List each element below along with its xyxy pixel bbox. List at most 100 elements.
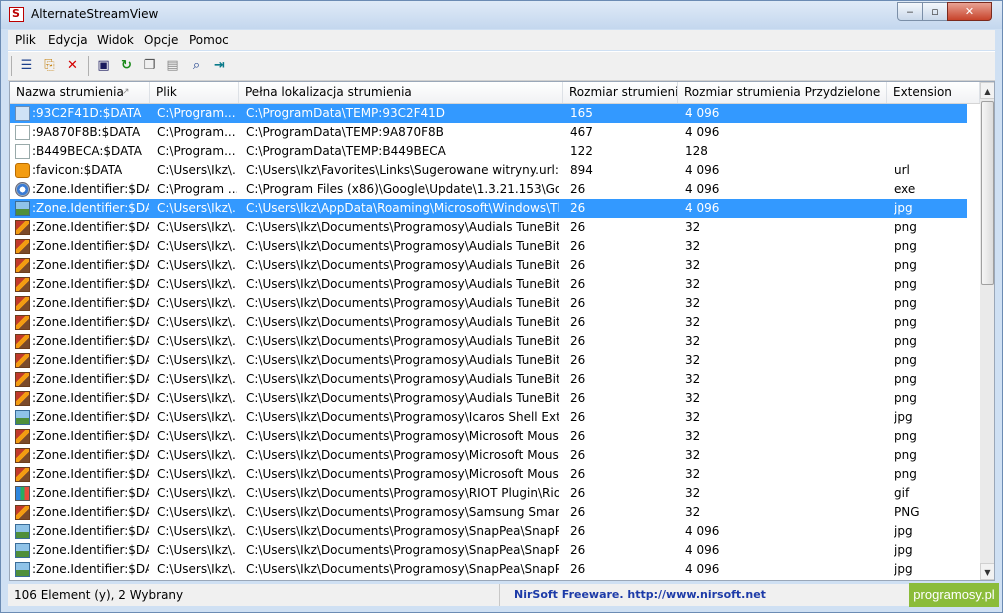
find-button[interactable]: ⌕ (188, 57, 205, 74)
cell-ext: url (894, 163, 910, 177)
cell-alloc: 4 096 (685, 106, 720, 120)
cell-size: 26 (570, 220, 586, 234)
table-row[interactable]: :Zone.Identifier:$DA... C:\Users\Ikz\... C… (10, 237, 967, 256)
save-button[interactable]: ▣ (95, 57, 112, 74)
column-header-allocated[interactable]: Rozmiar strumienia Przydzielone (678, 82, 887, 103)
menu-edycja[interactable]: Edycja (48, 33, 88, 47)
column-header-extension[interactable]: Extension (887, 82, 980, 103)
scroll-up-button[interactable]: ▲ (980, 82, 994, 99)
menu-widok[interactable]: Widok (97, 33, 134, 47)
table-row[interactable]: :Zone.Identifier:$DA... C:\Users\Ikz\... C… (10, 465, 967, 484)
table-row[interactable]: :favicon:$DATA C:\Users\Ikz\... C:\Users\I… (10, 161, 967, 180)
table-row[interactable]: :Zone.Identifier:$DA... C:\Users\Ikz\... C… (10, 446, 967, 465)
column-header-path[interactable]: Pełna lokalizacja strumienia (239, 82, 563, 103)
cell-name: :Zone.Identifier:$DA... (32, 277, 149, 291)
cell-path: C:\Program Files (x86)\Google\Update\1.3… (246, 182, 559, 196)
menu-pomoc[interactable]: Pomoc (189, 33, 229, 47)
cell-path: C:\Users\Ikz\Documents\Programosy\Micros… (246, 429, 559, 443)
table-row[interactable]: :Zone.Identifier:$DA... C:\Users\Ikz\... C… (10, 503, 967, 522)
table-row[interactable]: :Zone.Identifier:$DA... C:\Users\Ikz\... C… (10, 332, 967, 351)
status-bar: 106 Element (y), 2 Wybrany NirSoft Freew… (8, 584, 995, 606)
scroll-thumb[interactable] (981, 101, 994, 285)
sort-arrow-icon: ↗ (122, 87, 130, 97)
table-row[interactable]: :Zone.Identifier:$DA... C:\Users\Ikz\... C… (10, 199, 967, 218)
cell-size: 26 (570, 182, 586, 196)
cell-name: :Zone.Identifier:$DA... (32, 448, 149, 462)
cell-file: C:\Users\Ikz\... (157, 467, 237, 481)
table-row[interactable]: :Zone.Identifier:$DA... C:\Users\Ikz\... C… (10, 256, 967, 275)
cell-path: C:\ProgramData\TEMP:9A870F8B (246, 125, 444, 139)
table-row[interactable]: :Zone.Identifier:$DA... C:\Users\Ikz\... C… (10, 370, 967, 389)
table-row[interactable]: :Zone.Identifier:$DA... C:\Users\Ikz\... C… (10, 294, 967, 313)
cell-size: 26 (570, 334, 586, 348)
cell-size: 26 (570, 372, 586, 386)
png-file-icon (15, 315, 30, 330)
title-bar[interactable]: S AlternateStreamView ‒ ▫ ✕ (1, 1, 1002, 29)
exit-button[interactable]: ⇥ (211, 57, 228, 74)
cell-ext: jpg (894, 562, 913, 576)
cell-ext: jpg (894, 410, 913, 424)
cell-file: C:\Users\Ikz\... (157, 429, 237, 443)
column-header-name[interactable]: Nazwa strumienia ↗ (10, 82, 150, 103)
png-file-icon (15, 220, 30, 235)
copy-button[interactable]: ❐ (141, 57, 158, 74)
cell-path: C:\Users\Ikz\Favorites\Links\Sugerowane … (246, 163, 559, 177)
table-row[interactable]: :Zone.Identifier:$DA... C:\Users\Ikz\... C… (10, 351, 967, 370)
png-file-icon (15, 429, 30, 444)
cell-size: 122 (570, 144, 593, 158)
properties-button[interactable]: ☰ (18, 57, 35, 74)
table-row[interactable]: :Zone.Identifier:$DA... C:\Users\Ikz\... C… (10, 275, 967, 294)
cell-path: C:\ProgramData\TEMP:B449BECA (246, 144, 446, 158)
column-header-file[interactable]: Plik (150, 82, 239, 103)
cell-file: C:\Users\Ikz\... (157, 296, 237, 310)
table-row[interactable]: :Zone.Identifier:$DA... C:\Users\Ikz\... C… (10, 541, 967, 560)
table-row[interactable]: :Zone.Identifier:$DA... C:\Users\Ikz\... C… (10, 484, 967, 503)
table-row[interactable]: :Zone.Identifier:$DA... C:\Users\Ikz\... C… (10, 522, 967, 541)
table-row[interactable]: :93C2F41D:$DATA C:\Program... C:\ProgramDa… (10, 104, 967, 123)
minimize-button[interactable]: ‒ (897, 2, 923, 21)
stream-list[interactable]: Nazwa strumienia ↗ Plik Pełna lokalizacja… (9, 81, 995, 581)
cell-ext: png (894, 258, 917, 272)
delete-button[interactable]: ✕ (64, 57, 81, 74)
cell-name: :Zone.Identifier:$DA... (32, 220, 149, 234)
cell-path: C:\Users\Ikz\Documents\Programosy\Audial… (246, 296, 559, 310)
cell-path: C:\Users\Ikz\Documents\Programosy\SnapPe… (246, 562, 559, 576)
cell-name: :Zone.Identifier:$DA... (32, 258, 149, 272)
close-button[interactable]: ✕ (947, 2, 992, 21)
cell-size: 26 (570, 258, 586, 272)
cell-file: C:\Program... (157, 125, 236, 139)
table-row[interactable]: :Zone.Identifier:$DA... C:\Users\Ikz\... C… (10, 218, 967, 237)
menu-plik[interactable]: Plik (15, 33, 36, 47)
extract-button[interactable]: ⎘ (41, 57, 58, 74)
maximize-button[interactable]: ▫ (922, 2, 948, 21)
column-header-size[interactable]: Rozmiar strumienia (563, 82, 678, 103)
cell-file: C:\Users\Ikz\... (157, 239, 237, 253)
cell-path: C:\Users\Ikz\Documents\Programosy\Audial… (246, 315, 559, 329)
table-row[interactable]: :Zone.Identifier:$DA... C:\Program ... C:\… (10, 180, 967, 199)
cell-file: C:\Users\Ikz\... (157, 410, 237, 424)
table-row[interactable]: :Zone.Identifier:$DA... C:\Users\Ikz\... C… (10, 427, 967, 446)
html-report-button[interactable]: ▤ (164, 57, 181, 74)
cell-path: C:\Users\Ikz\Documents\Programosy\SnapPe… (246, 543, 559, 557)
png-file-icon (15, 239, 30, 254)
cell-name: :Zone.Identifier:$DA... (32, 524, 149, 538)
table-row[interactable]: :B449BECA:$DATA C:\Program... C:\ProgramDa… (10, 142, 967, 161)
cell-name: :Zone.Identifier:$DA... (32, 315, 149, 329)
vertical-scrollbar[interactable]: ▲ ▼ (980, 82, 994, 580)
table-row[interactable]: :Zone.Identifier:$DA... C:\Users\Ikz\... C… (10, 560, 967, 579)
cell-alloc: 4 096 (685, 524, 720, 538)
cell-path: C:\Users\Ikz\Documents\Programosy\Audial… (246, 391, 559, 405)
menu-opcje[interactable]: Opcje (144, 33, 178, 47)
cell-ext: jpg (894, 201, 913, 215)
refresh-button[interactable]: ↻ (118, 57, 135, 74)
table-row[interactable]: :Zone.Identifier:$DA... C:\Users\Ikz\... C… (10, 313, 967, 332)
table-row[interactable]: :Zone.Identifier:$DA... C:\Users\Ikz\... C… (10, 389, 967, 408)
table-row[interactable]: :Zone.Identifier:$DA... C:\Users\Ikz\... C… (10, 408, 967, 427)
table-row[interactable]: :9A870F8B:$DATA C:\Program... C:\ProgramDa… (10, 123, 967, 142)
cell-name: :93C2F41D:$DATA (32, 106, 142, 120)
cell-size: 894 (570, 163, 593, 177)
cell-path: C:\Users\Ikz\Documents\Programosy\Audial… (246, 334, 559, 348)
scroll-down-button[interactable]: ▼ (980, 563, 994, 580)
cell-file: C:\Users\Ikz\... (157, 486, 237, 500)
cell-path: C:\Users\Ikz\Documents\Programosy\RIOT P… (246, 486, 559, 500)
